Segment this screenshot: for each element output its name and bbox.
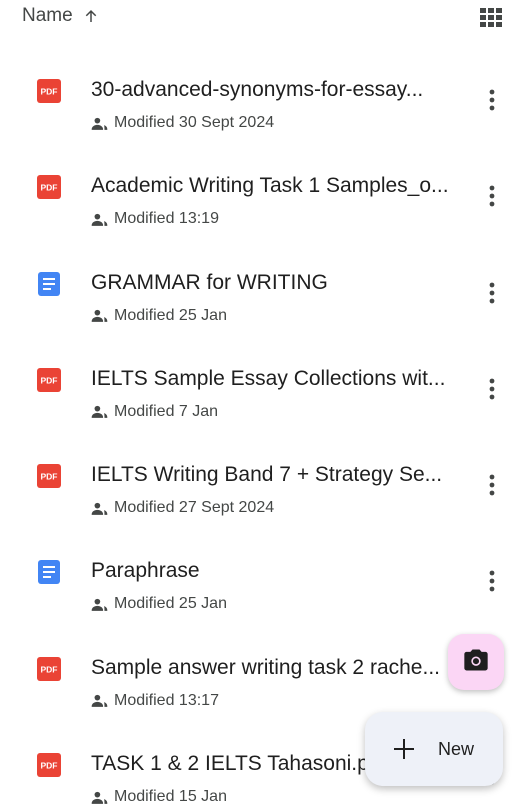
file-meta: Modified 15 Jan: [91, 787, 227, 807]
file-title: IELTS Writing Band 7 + Strategy Se...: [91, 463, 443, 487]
more-vert-icon: [489, 473, 495, 497]
file-meta: Modified 7 Jan: [91, 402, 218, 422]
docs-file-icon: [37, 271, 61, 296]
modified-date: Modified 25 Jan: [114, 306, 227, 324]
shared-people-icon: [91, 403, 108, 420]
file-row[interactable]: Paraphrase Modified 25 Jan: [0, 522, 525, 618]
file-row[interactable]: PDF 30-advanced-synonyms-for-essay... Modi…: [0, 41, 525, 137]
shared-people-icon: [91, 692, 108, 709]
modified-date: Modified 13:19: [114, 210, 219, 228]
file-title: GRAMMAR for WRITING: [91, 270, 328, 294]
arrow-upward-icon: [82, 7, 100, 25]
more-options-button[interactable]: [480, 472, 504, 498]
file-meta: Modified 13:19: [91, 209, 219, 229]
docs-file-icon: [37, 560, 61, 585]
pdf-file-icon: PDF: [37, 79, 61, 103]
new-button[interactable]: New: [365, 712, 503, 786]
more-options-button[interactable]: [480, 183, 504, 209]
more-options-button[interactable]: [480, 376, 504, 402]
file-row[interactable]: GRAMMAR for WRITING Modified 25 Jan: [0, 234, 525, 330]
pdf-file-icon: PDF: [37, 656, 61, 681]
file-meta: Modified 27 Sept 2024: [91, 498, 274, 518]
svg-text:PDF: PDF: [41, 183, 58, 193]
more-vert-icon: [489, 184, 495, 208]
shared-people-icon: [91, 307, 108, 324]
pdf-file-icon: PDF: [37, 175, 61, 200]
file-row[interactable]: PDF Sample answer writing task 2 rache...…: [0, 619, 525, 715]
svg-text:PDF: PDF: [41, 375, 58, 385]
file-title: Academic Writing Task 1 Samples_o...: [91, 174, 449, 198]
shared-people-icon: [91, 500, 108, 517]
modified-date: Modified 25 Jan: [114, 595, 227, 613]
shared-people-icon: [91, 789, 108, 806]
scan-camera-button[interactable]: [448, 634, 504, 690]
file-meta: Modified 25 Jan: [91, 306, 227, 326]
file-row[interactable]: PDF IELTS Writing Band 7 + Strategy Se...…: [0, 426, 525, 522]
pdf-file-icon: PDF: [37, 464, 61, 489]
camera-icon: [462, 646, 490, 679]
more-vert-icon: [489, 569, 495, 593]
sort-label: Name: [22, 5, 73, 26]
modified-date: Modified 15 Jan: [114, 788, 227, 806]
shared-people-icon: [91, 211, 108, 228]
file-list: PDF 30-advanced-synonyms-for-essay... Modi…: [0, 41, 525, 811]
file-title: IELTS Sample Essay Collections wit...: [91, 366, 446, 390]
modified-date: Modified 27 Sept 2024: [114, 499, 275, 517]
modified-date: Modified 7 Jan: [114, 402, 219, 420]
svg-text:PDF: PDF: [41, 761, 58, 771]
file-title: 30-advanced-synonyms-for-essay...: [91, 78, 424, 101]
pdf-file-icon: PDF: [37, 753, 61, 778]
grid-view-icon[interactable]: [479, 5, 503, 29]
file-meta: Modified 30 Sept 2024: [91, 113, 274, 133]
more-vert-icon: [489, 377, 495, 401]
svg-text:PDF: PDF: [41, 87, 58, 97]
more-vert-icon: [489, 281, 495, 305]
file-title: Paraphrase: [91, 559, 200, 583]
sort-by-name-button[interactable]: Name: [22, 5, 100, 27]
file-title: Sample answer writing task 2 rache...: [91, 655, 440, 679]
more-options-button[interactable]: [480, 87, 504, 113]
pdf-file-icon: PDF: [37, 367, 61, 392]
file-row[interactable]: PDF Academic Writing Task 1 Samples_o... M…: [0, 137, 525, 233]
plus-icon: [392, 737, 416, 761]
more-vert-icon: [489, 88, 495, 112]
modified-date: Modified 30 Sept 2024: [114, 114, 275, 131]
svg-text:PDF: PDF: [41, 472, 58, 482]
new-button-label: New: [438, 739, 475, 759]
svg-text:PDF: PDF: [41, 664, 58, 674]
modified-date: Modified 13:17: [114, 691, 219, 709]
more-options-button[interactable]: [480, 280, 504, 306]
file-meta: Modified 25 Jan: [91, 594, 227, 614]
more-options-button[interactable]: [480, 568, 504, 594]
shared-people-icon: [91, 596, 108, 613]
file-meta: Modified 13:17: [91, 691, 219, 711]
shared-people-icon: [91, 115, 108, 132]
sort-bar: Name: [0, 0, 525, 34]
file-row[interactable]: PDF IELTS Sample Essay Collections wit...…: [0, 330, 525, 426]
